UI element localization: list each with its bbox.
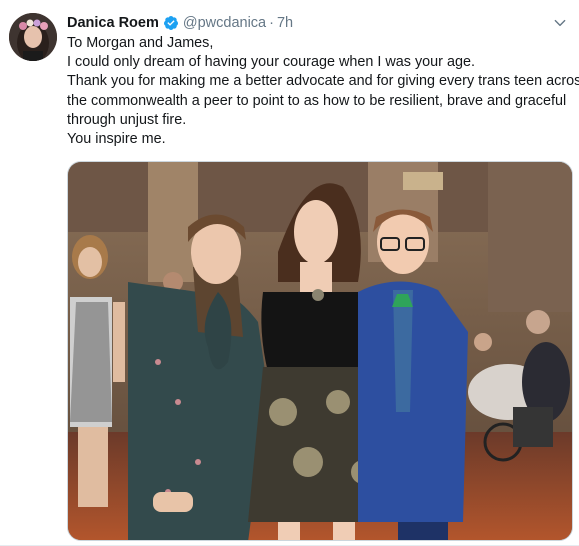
tweet-text: To Morgan and James, I could only dream … (67, 34, 579, 149)
author-handle[interactable]: @pwcdanica (183, 15, 266, 31)
tweet-text-line: the commonwealth a peer to point to as h… (67, 92, 567, 109)
tweet-text-line: Thank you for making me a better advocat… (67, 73, 579, 90)
tweet-header: Danica Roem @pwcdanica · 7h (67, 13, 569, 33)
author-name[interactable]: Danica Roem (67, 15, 159, 31)
separator-dot: · (269, 15, 274, 31)
timestamp[interactable]: 7h (277, 15, 293, 31)
tweet-text-line: through unjust fire. (67, 111, 187, 128)
avatar-image (9, 13, 57, 61)
tweet-text-line: You inspire me. (67, 131, 166, 148)
verified-badge-icon (163, 15, 179, 31)
avatar[interactable] (9, 13, 57, 61)
tweet-card[interactable]: Danica Roem @pwcdanica · 7h To Morgan an… (0, 0, 579, 546)
tweet-text-line: I could only dream of having your courag… (67, 54, 475, 71)
tweet-text-line: To Morgan and James, (67, 35, 214, 51)
tweet-photo[interactable] (67, 161, 573, 541)
chevron-down-icon[interactable] (551, 14, 569, 32)
photo-image (68, 162, 572, 540)
